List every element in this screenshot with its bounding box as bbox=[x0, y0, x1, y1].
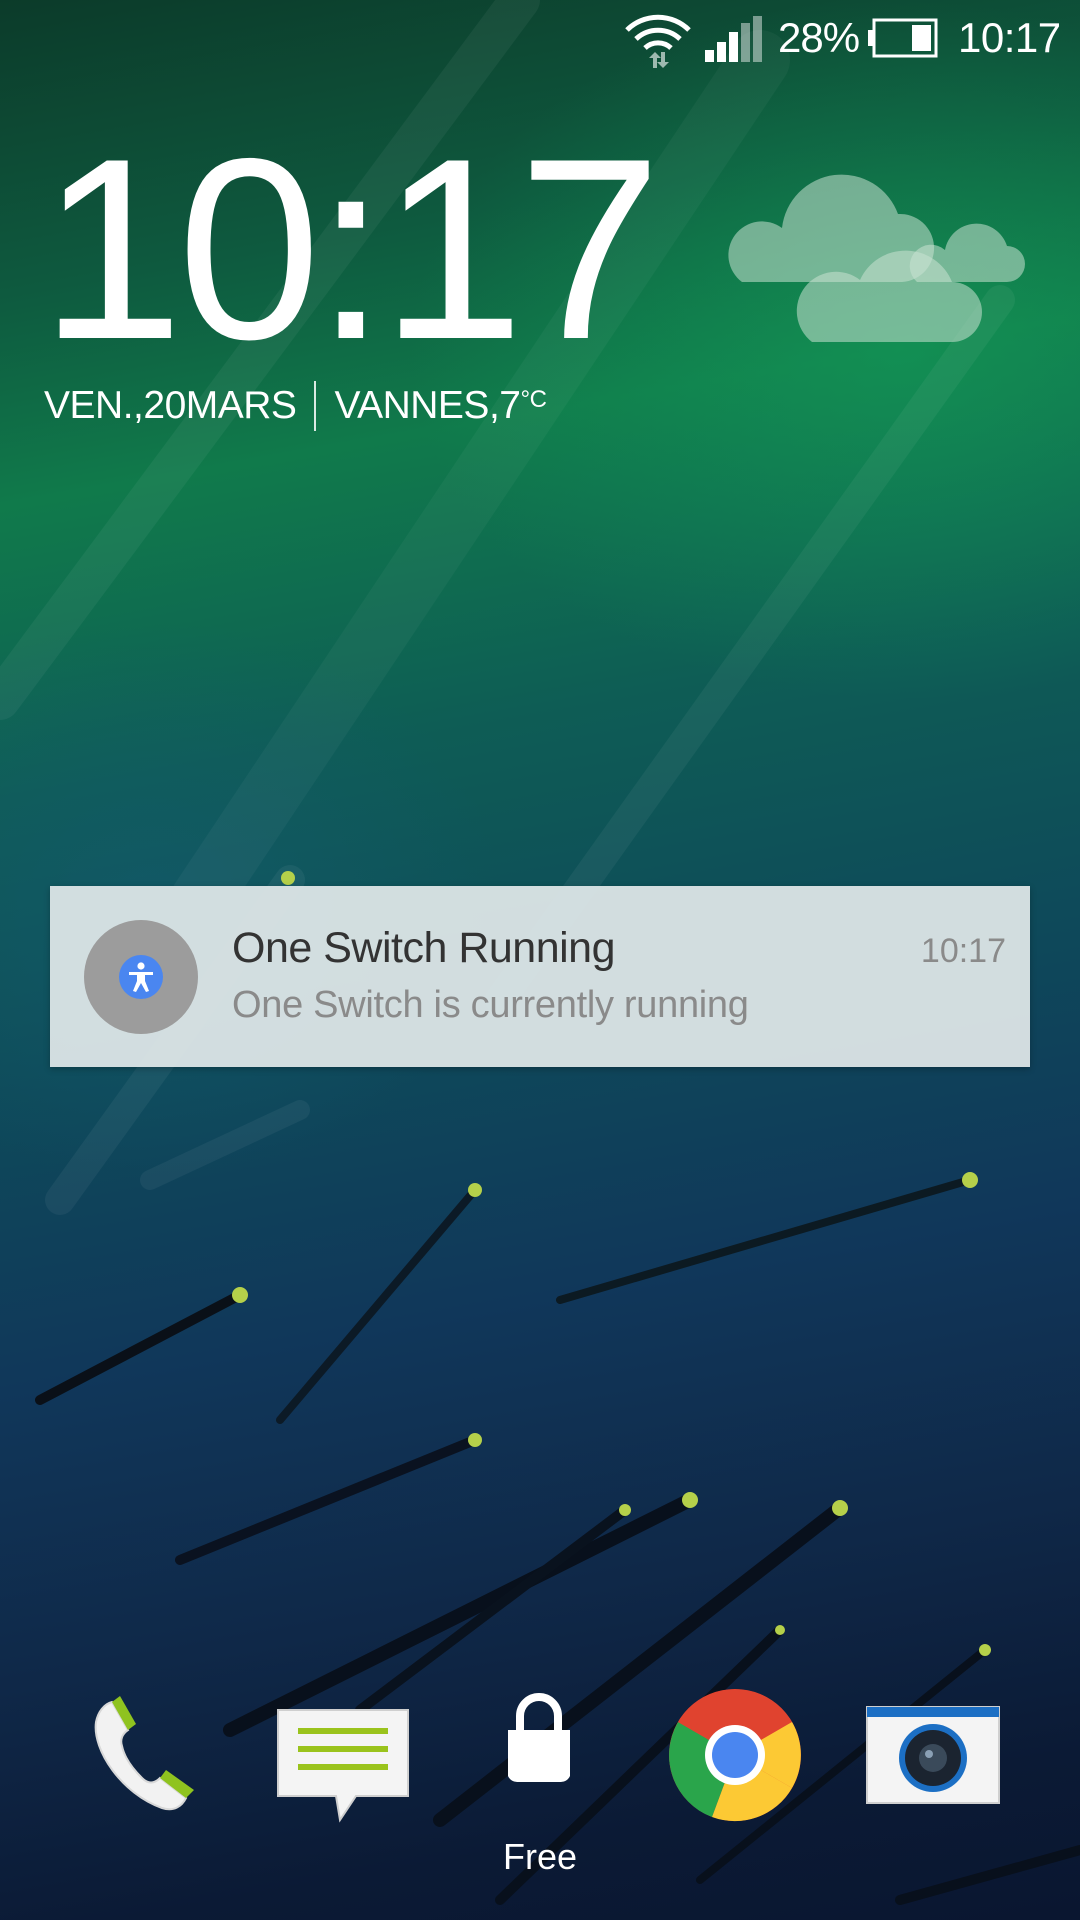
status-time: 10:17 bbox=[958, 14, 1061, 61]
date-month: MARS bbox=[185, 384, 297, 427]
date-number: 20 bbox=[143, 384, 186, 427]
notification-text: One Switch is currently running bbox=[232, 984, 749, 1026]
signal-icon bbox=[705, 16, 762, 62]
temperature-value: 7 bbox=[499, 384, 521, 427]
notification-title: One Switch Running bbox=[232, 924, 616, 972]
wifi-icon bbox=[625, 14, 691, 68]
lockscreen-clock[interactable]: 10:17 bbox=[40, 120, 662, 378]
location-label: VANNES, bbox=[334, 384, 500, 427]
chrome-icon[interactable] bbox=[668, 1688, 802, 1822]
lock-screen: 28% 10:17 10:17 VEN., 20 MARS VANNES, 7 °… bbox=[0, 0, 1080, 1920]
status-bar: 28% 10:17 bbox=[0, 0, 1080, 80]
notification-icon bbox=[84, 920, 198, 1034]
accessibility-icon bbox=[119, 955, 163, 999]
date-divider bbox=[314, 381, 317, 431]
notification-time: 10:17 bbox=[920, 932, 1006, 970]
date-weather-line[interactable]: VEN., 20 MARS VANNES, 7 °C bbox=[44, 380, 547, 432]
notification-card[interactable]: One Switch Running One Switch is current… bbox=[50, 886, 1030, 1067]
temperature-unit: °C bbox=[520, 386, 547, 413]
phone-icon[interactable] bbox=[82, 1690, 212, 1820]
cloudy-icon[interactable] bbox=[712, 160, 1032, 350]
lock-icon[interactable] bbox=[506, 1692, 572, 1788]
camera-icon[interactable] bbox=[866, 1706, 1000, 1804]
date-day: VEN., bbox=[44, 384, 144, 427]
unlock-label: Free bbox=[502, 1836, 578, 1877]
messages-icon[interactable] bbox=[276, 1706, 410, 1824]
battery-percentage: 28% bbox=[778, 14, 860, 61]
battery-icon bbox=[868, 18, 938, 58]
